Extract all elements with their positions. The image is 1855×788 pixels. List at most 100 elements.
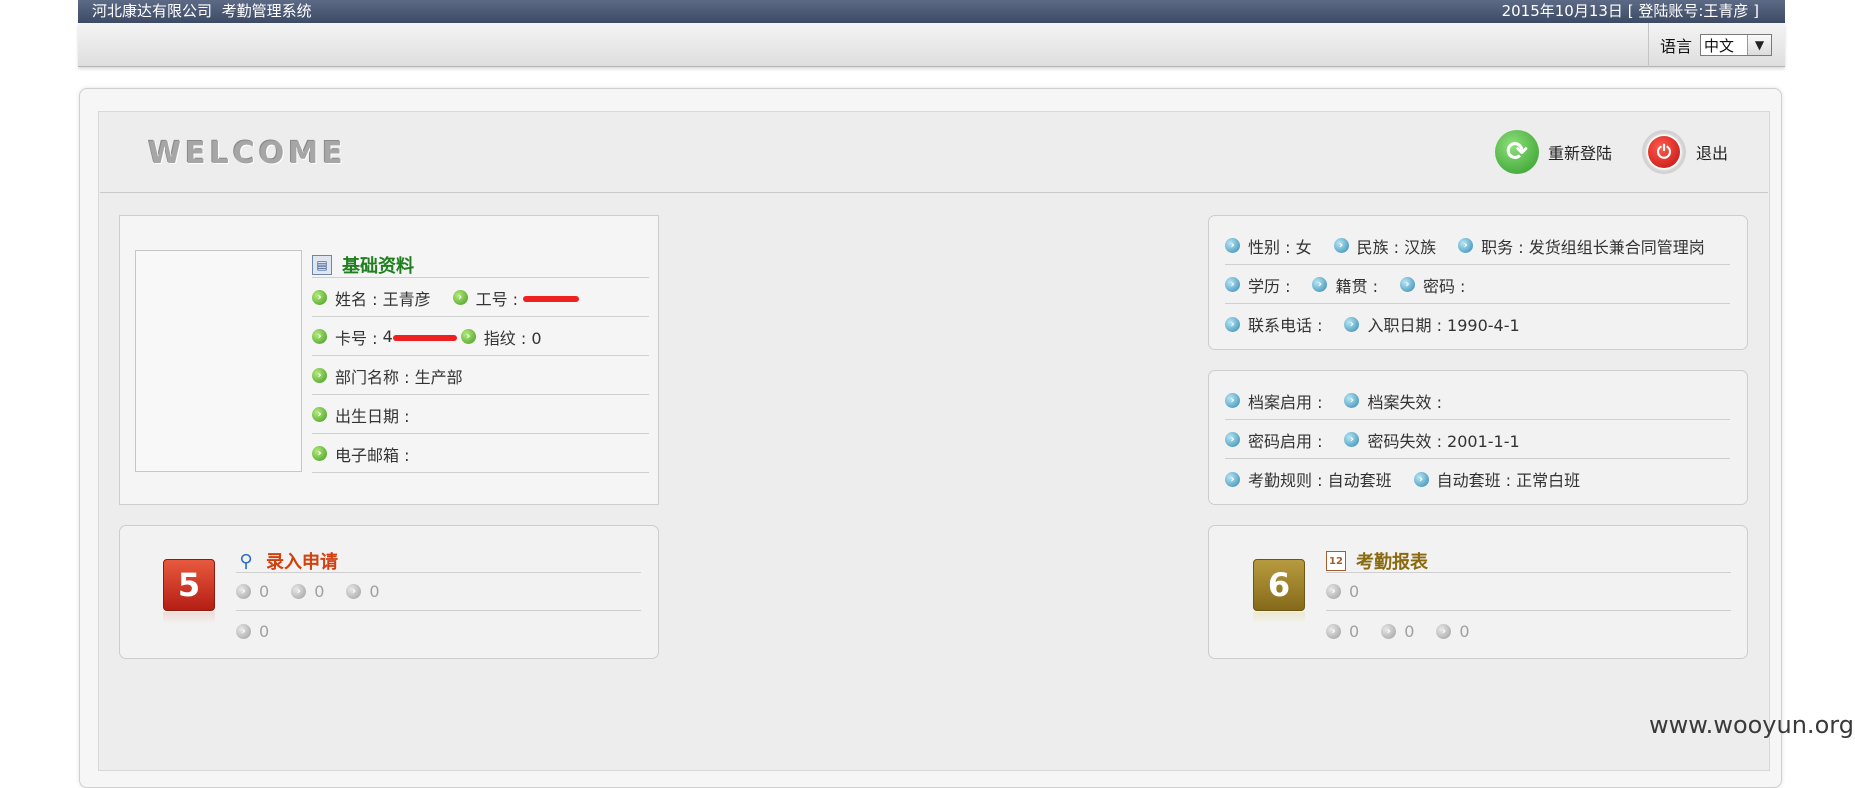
bullet-icon: › <box>312 368 327 383</box>
entry-stat[interactable]: › 0 <box>346 582 380 601</box>
ethnicity-field: › 民族 : 汉族 <box>1333 234 1436 258</box>
bullet-icon: › <box>346 584 362 599</box>
bullet-icon: › <box>1225 432 1240 447</box>
bullet-icon: › <box>1458 238 1474 253</box>
company-name: 河北康达有限公司 <box>92 2 213 20</box>
report-stat[interactable]: › 0 <box>1326 582 1359 601</box>
employee-photo <box>135 250 302 472</box>
report-stat[interactable]: › 0 <box>1326 622 1359 641</box>
watermark: www.wooyun.org <box>1649 711 1854 739</box>
fingerprint-field: › 指纹 : 0 <box>460 325 542 349</box>
bullet-icon: › <box>1225 238 1240 253</box>
gender-field: › 性别 : 女 <box>1225 234 1312 258</box>
language-selector: 语言 中文 ▼ <box>1648 23 1785 67</box>
personal-row-1: › 性别 : 女 › 民族 : 汉族 › 职务 : 发货组组长兼合同管理岗 <box>1225 227 1730 265</box>
name-field: › 姓名 : 王青彦 <box>312 286 431 310</box>
auto-shift-field: › 自动套班 : 正常白班 <box>1413 467 1580 491</box>
birthday-field: › 出生日期 : <box>312 403 409 427</box>
system-name: 考勤管理系统 <box>221 2 312 20</box>
bullet-icon: › <box>291 584 307 599</box>
department-field: › 部门名称 : 生产部 <box>312 364 463 388</box>
password-field: › 密码 : <box>1399 273 1465 297</box>
card-no-field: › 卡号 : 4 <box>312 325 457 349</box>
bullet-icon: › <box>1225 277 1240 292</box>
header-divider <box>100 192 1768 193</box>
entry-count-badge[interactable]: 5 <box>163 559 215 611</box>
power-icon: ⏻ <box>1642 130 1686 174</box>
employee-no-field: › 工号 : <box>452 286 580 310</box>
bullet-icon: › <box>1225 393 1240 408</box>
education-field: › 学历 : <box>1225 273 1290 297</box>
bullet-icon: › <box>1436 623 1452 639</box>
bullet-icon: › <box>1399 277 1415 292</box>
pwd-expired-field: › 密码失效 : 2001-1-1 <box>1344 428 1520 452</box>
hire-date-field: › 入职日期 : 1990-4-1 <box>1344 312 1520 336</box>
bullet-icon: › <box>312 407 327 422</box>
relogin-label: 重新登陆 <box>1548 144 1613 163</box>
records-row-3: › 考勤规则 : 自动套班 › 自动套班 : 正常白班 <box>1225 460 1730 498</box>
calendar-icon: 12 <box>1326 551 1346 571</box>
title-bar: 河北康达有限公司 考勤管理系统 2015年10月13日 [ 登陆账号:王青彦 ] <box>78 0 1785 23</box>
report-row-1: › 0 <box>1326 573 1731 611</box>
chevron-down-icon[interactable]: ▼ <box>1747 35 1772 55</box>
info-row-email: › 电子邮箱 : <box>312 435 649 473</box>
bullet-icon: › <box>1381 623 1397 639</box>
bullet-icon: › <box>312 446 327 461</box>
native-place-field: › 籍贯 : <box>1312 273 1378 297</box>
bullet-icon: › <box>452 290 468 305</box>
file-expired-field: › 档案失效 : <box>1344 389 1442 413</box>
bullet-icon: › <box>1225 316 1240 332</box>
report-row-2: › 0 › 0 › 0 <box>1326 612 1731 650</box>
personal-row-2: › 学历 : › 籍贯 : › 密码 : <box>1225 266 1730 304</box>
bullet-icon: › <box>1312 277 1328 292</box>
redaction-mark <box>523 295 580 302</box>
file-enabled-field: › 档案启用 : <box>1225 389 1322 413</box>
entry-stat[interactable]: › 0 <box>236 622 269 641</box>
email-field: › 电子邮箱 : <box>312 442 409 466</box>
badge-reflection <box>1253 612 1305 624</box>
bullet-icon: › <box>236 623 251 639</box>
bullet-icon: › <box>1326 584 1341 599</box>
personal-row-3: › 联系电话 : › 入职日期 : 1990-4-1 <box>1225 305 1730 343</box>
badge-reflection <box>163 612 215 624</box>
info-row-department: › 部门名称 : 生产部 <box>312 357 649 395</box>
records-row-1: › 档案启用 : › 档案失效 : <box>1225 382 1730 420</box>
refresh-icon: ⟳ <box>1495 130 1539 174</box>
bullet-icon: › <box>1344 393 1360 408</box>
basic-info-title: ▤ 基础资料 <box>312 252 414 278</box>
bullet-icon: › <box>1344 432 1360 447</box>
relogin-button[interactable]: ⟳ 重新登陆 <box>1495 130 1612 174</box>
entry-title[interactable]: ⚲ 录入申请 <box>236 548 338 574</box>
position-field: › 职务 : 发货组组长兼合同管理岗 <box>1458 234 1705 258</box>
language-label: 语言 <box>1660 37 1693 56</box>
entry-stat[interactable]: › 0 <box>291 582 324 601</box>
welcome-heading: WELCOME <box>148 136 347 171</box>
logout-button[interactable]: ⏻ 退出 <box>1642 130 1728 174</box>
report-stat[interactable]: › 0 <box>1381 622 1414 641</box>
bullet-icon: › <box>312 329 327 344</box>
login-status: 2015年10月13日 [ 登陆账号:王青彦 ] <box>1501 2 1759 20</box>
bullet-icon: › <box>1344 316 1360 332</box>
language-value: 中文 <box>1704 36 1735 55</box>
pwd-enabled-field: › 密码启用 : <box>1225 428 1322 452</box>
toolbar: 语言 中文 ▼ <box>78 23 1785 67</box>
bullet-icon: › <box>236 584 251 599</box>
redaction-mark <box>392 334 457 341</box>
rule-field: › 考勤规则 : 自动套班 <box>1225 467 1392 491</box>
records-row-2: › 密码启用 : › 密码失效 : 2001-1-1 <box>1225 421 1730 459</box>
id-card-icon: ▤ <box>312 255 332 275</box>
bullet-icon: › <box>1413 471 1429 487</box>
entry-stat[interactable]: › 0 <box>236 582 269 601</box>
bullet-icon: › <box>312 290 327 305</box>
title-divider <box>312 277 649 278</box>
bullet-icon: › <box>1225 471 1240 487</box>
info-row-name: › 姓名 : 王青彦 › 工号 : <box>312 279 649 317</box>
language-select[interactable]: 中文 ▼ <box>1700 34 1773 56</box>
report-count-badge[interactable]: 6 <box>1253 559 1305 611</box>
entry-row-2: › 0 <box>236 612 641 650</box>
report-stat[interactable]: › 0 <box>1436 622 1470 641</box>
report-title[interactable]: 12 考勤报表 <box>1326 548 1428 574</box>
entry-row-1: › 0 › 0 › 0 <box>236 573 641 611</box>
bullet-icon: › <box>1333 238 1349 253</box>
phone-field: › 联系电话 : <box>1225 312 1322 336</box>
